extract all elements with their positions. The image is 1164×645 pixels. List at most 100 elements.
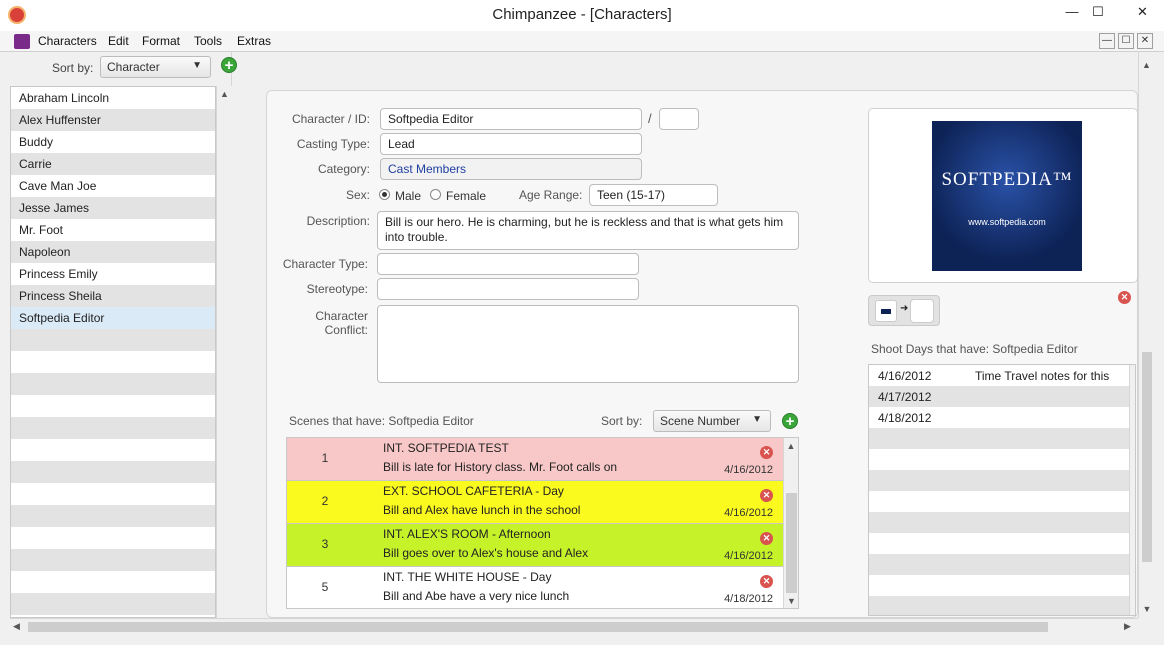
mdi-close-button[interactable]: ✕ <box>1137 33 1153 49</box>
empty-row <box>869 554 1129 575</box>
shoot-date: 4/17/2012 <box>878 390 932 404</box>
scene-heading: EXT. SCHOOL CAFETERIA - Day <box>383 484 564 498</box>
list-item[interactable]: Cave Man Joe <box>11 175 215 197</box>
category-field[interactable]: Cast Members <box>380 158 642 180</box>
casting-type-label: Casting Type: <box>296 137 370 151</box>
shoot-note: Time Travel notes for this <box>975 369 1110 383</box>
arrow-right-icon: ➜ <box>900 303 909 314</box>
shoot-days-title: Shoot Days that have: Softpedia Editor <box>871 342 1078 356</box>
scene-heading: INT. THE WHITE HOUSE - Day <box>383 570 552 584</box>
menu-tools[interactable]: Tools <box>194 34 222 48</box>
character-sort-dropdown[interactable]: Character ▼ <box>100 56 211 78</box>
list-item[interactable]: Princess Emily <box>11 263 215 285</box>
scene-row[interactable]: 3 INT. ALEX'S ROOM - Afternoon Bill goes… <box>287 524 783 567</box>
scroll-thumb[interactable] <box>786 493 797 593</box>
empty-row <box>11 417 215 439</box>
character-name-field[interactable]: Softpedia Editor <box>380 108 642 130</box>
remove-photo-icon[interactable]: ✕ <box>1118 291 1131 304</box>
character-id-label: Character / ID: <box>291 112 370 126</box>
scene-row[interactable]: 5 INT. THE WHITE HOUSE - Day Bill and Ab… <box>287 567 783 608</box>
list-item[interactable]: Jesse James <box>11 197 215 219</box>
scroll-up-icon[interactable]: ▲ <box>217 89 232 99</box>
image-thumbnail-icon[interactable] <box>875 300 897 322</box>
scroll-left-icon[interactable]: ◀ <box>13 621 20 632</box>
empty-row <box>869 533 1129 554</box>
list-item[interactable]: Alex Huffenster <box>11 109 215 131</box>
delete-scene-icon[interactable]: ✕ <box>760 532 773 545</box>
list-item[interactable]: Princess Sheila <box>11 285 215 307</box>
scene-description: Bill goes over to Alex's house and Alex <box>383 546 589 560</box>
scene-date: 4/16/2012 <box>724 507 773 519</box>
list-item[interactable]: Buddy <box>11 131 215 153</box>
list-item[interactable]: Napoleon <box>11 241 215 263</box>
main-vertical-scrollbar[interactable]: ▲ ▼ <box>1138 52 1154 618</box>
character-id-field[interactable] <box>659 108 699 130</box>
menu-edit[interactable]: Edit <box>108 34 129 48</box>
shoot-days-scrollbar[interactable] <box>1129 365 1135 615</box>
sex-male-radio[interactable] <box>379 189 390 200</box>
scenes-sort-value: Scene Number <box>660 414 741 428</box>
scroll-down-icon[interactable]: ▼ <box>784 596 798 606</box>
character-type-field[interactable] <box>377 253 639 275</box>
stereotype-field[interactable] <box>377 278 639 300</box>
menu-format[interactable]: Format <box>142 34 180 48</box>
id-separator: / <box>648 111 652 126</box>
scenes-sort-dropdown[interactable]: Scene Number ▼ <box>653 410 771 432</box>
scene-date: 4/16/2012 <box>724 550 773 562</box>
add-character-button[interactable]: + <box>221 57 237 73</box>
image-target-slot[interactable] <box>910 299 934 323</box>
scene-description: Bill and Alex have lunch in the school <box>383 503 581 517</box>
close-button[interactable]: ✕ <box>1121 2 1164 24</box>
scene-heading: INT. ALEX'S ROOM - Afternoon <box>383 527 551 541</box>
menu-extras[interactable]: Extras <box>237 34 271 48</box>
horizontal-scrollbar[interactable]: ◀ ▶ <box>10 618 1138 635</box>
scroll-thumb[interactable] <box>28 622 1048 632</box>
list-item[interactable]: Mr. Foot <box>11 219 215 241</box>
sex-female-radio[interactable] <box>430 189 441 200</box>
sort-value: Character <box>107 60 160 74</box>
delete-scene-icon[interactable]: ✕ <box>760 446 773 459</box>
list-item-selected[interactable]: Softpedia Editor <box>11 307 215 329</box>
scene-heading: INT. SOFTPEDIA TEST <box>383 441 509 455</box>
scroll-thumb[interactable] <box>1142 352 1152 562</box>
list-item[interactable]: Abraham Lincoln <box>11 87 215 109</box>
empty-row <box>11 527 215 549</box>
empty-row <box>11 593 215 615</box>
chevron-down-icon: ▼ <box>192 60 202 71</box>
table-row[interactable]: 4/16/2012 Time Travel notes for this <box>869 365 1129 386</box>
scroll-up-icon[interactable]: ▲ <box>784 441 798 451</box>
age-range-field[interactable]: Teen (15-17) <box>589 184 718 206</box>
add-scene-button[interactable]: + <box>782 413 798 429</box>
scenes-sort-label: Sort by: <box>601 414 643 428</box>
mdi-minimize-button[interactable]: — <box>1099 33 1115 49</box>
empty-row <box>869 428 1129 449</box>
scene-row[interactable]: 2 EXT. SCHOOL CAFETERIA - Day Bill and A… <box>287 481 783 524</box>
delete-scene-icon[interactable]: ✕ <box>760 489 773 502</box>
shoot-days-list: 4/16/2012 Time Travel notes for this 4/1… <box>868 364 1136 616</box>
delete-scene-icon[interactable]: ✕ <box>760 575 773 588</box>
description-field[interactable]: Bill is our hero. He is charming, but he… <box>377 211 799 250</box>
character-conflict-field[interactable] <box>377 305 799 383</box>
casting-type-field[interactable]: Lead <box>380 133 642 155</box>
scene-number: 5 <box>321 580 329 594</box>
empty-row <box>11 505 215 527</box>
scroll-right-icon[interactable]: ▶ <box>1124 621 1131 632</box>
maximize-button[interactable]: ☐ <box>1083 2 1113 24</box>
menu-characters[interactable]: Characters <box>38 34 97 48</box>
table-row[interactable]: 4/18/2012 <box>869 407 1129 428</box>
mdi-restore-button[interactable]: ☐ <box>1118 33 1134 49</box>
scroll-up-icon[interactable]: ▲ <box>1139 60 1154 70</box>
scenes-scrollbar[interactable]: ▲ ▼ <box>783 438 798 608</box>
photo-url-text: www.softpedia.com <box>968 217 1046 227</box>
character-list: Abraham Lincoln Alex Huffenster Buddy Ca… <box>10 86 216 618</box>
scene-number: 3 <box>321 537 329 551</box>
empty-row <box>11 549 215 571</box>
scene-row[interactable]: 1 INT. SOFTPEDIA TEST Bill is late for H… <box>287 438 783 481</box>
table-row[interactable]: 4/17/2012 <box>869 386 1129 407</box>
empty-row <box>11 395 215 417</box>
scroll-down-icon[interactable]: ▼ <box>1139 604 1155 614</box>
list-item[interactable]: Carrie <box>11 153 215 175</box>
scene-date: 4/16/2012 <box>724 464 773 476</box>
document-icon[interactable] <box>14 34 30 49</box>
character-list-scrollbar[interactable]: ▲ <box>216 86 232 618</box>
